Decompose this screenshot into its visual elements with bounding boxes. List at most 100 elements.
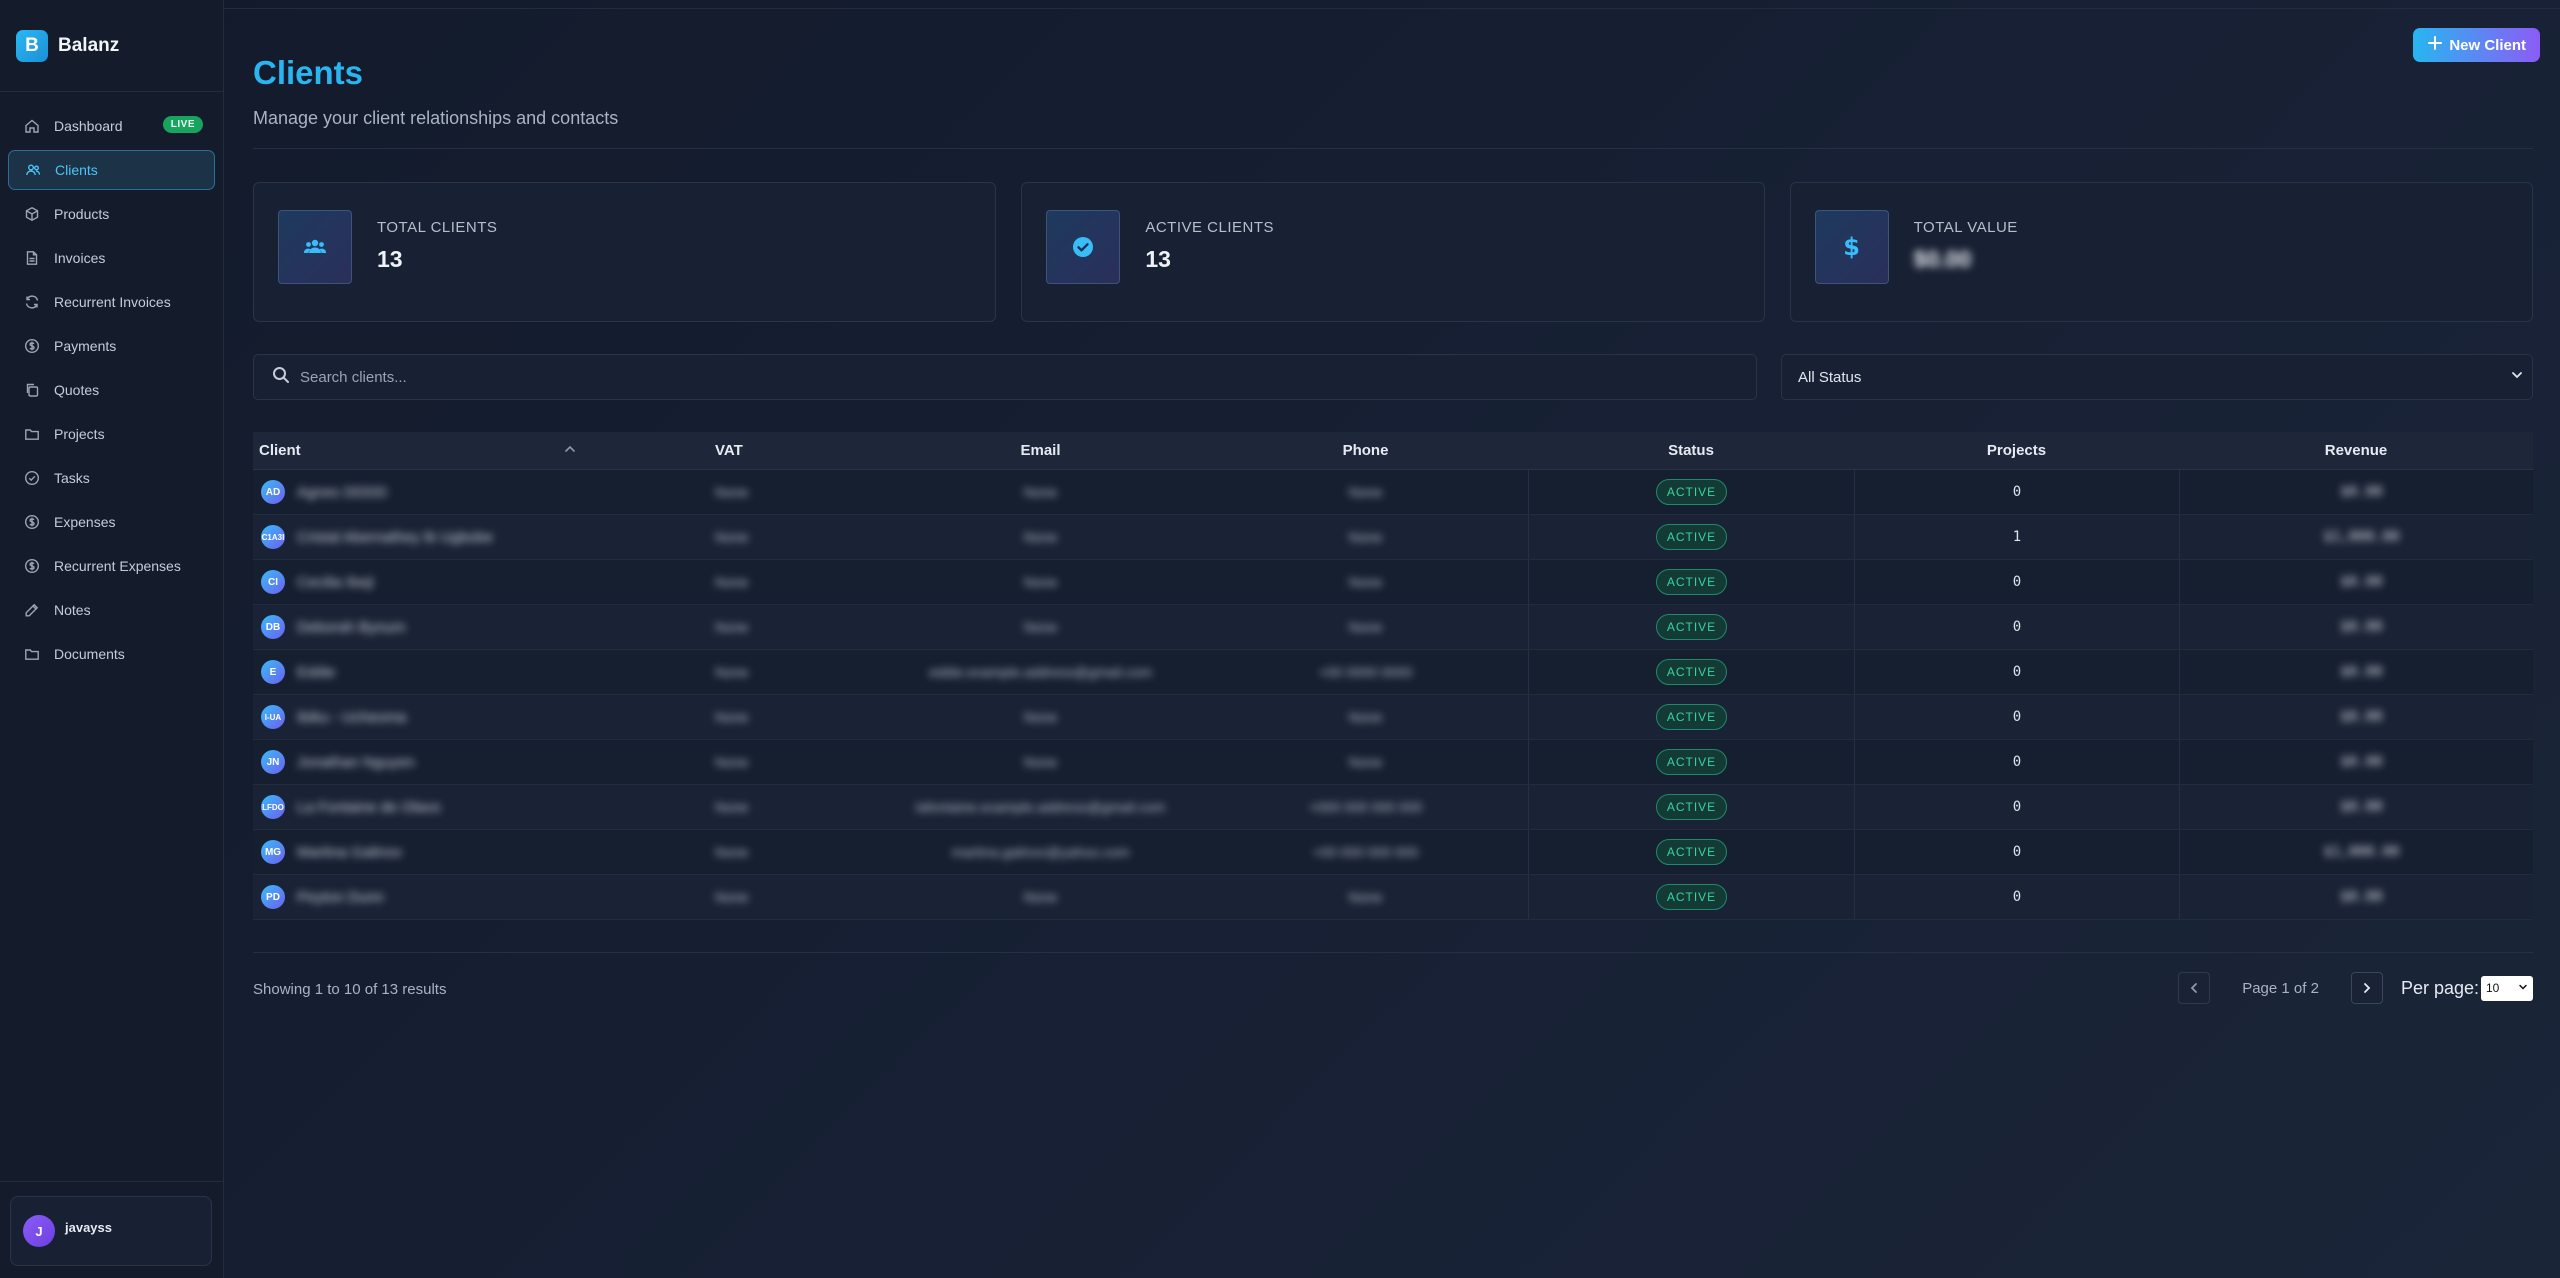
users-icon <box>23 160 43 180</box>
column-header-client[interactable]: Client <box>253 442 715 459</box>
stat-value: 13 <box>1145 246 1171 272</box>
table-row[interactable]: E Eddie None eddie.example.address@gmail.co… <box>253 650 2533 695</box>
cell-phone: None <box>1203 740 1528 784</box>
sidebar-item-label: Invoices <box>54 250 106 266</box>
next-page-button[interactable] <box>2350 972 2383 1004</box>
sidebar-item-recurrent-expenses[interactable]: Recurrent Expenses <box>8 546 215 586</box>
cell-vat: None <box>715 560 878 604</box>
client-name[interactable]: Cristal Abernathey Ib Ugbobe <box>297 529 493 546</box>
sidebar-item-documents[interactable]: Documents <box>8 634 215 674</box>
check-circle-icon <box>22 468 42 488</box>
plus-icon <box>2427 35 2443 55</box>
search-icon <box>272 366 290 389</box>
sidebar-item-tasks[interactable]: Tasks <box>8 458 215 498</box>
sidebar-item-dashboard[interactable]: Dashboard LIVE <box>8 106 215 146</box>
sidebar-item-notes[interactable]: Notes <box>8 590 215 630</box>
sidebar-divider <box>0 1181 224 1182</box>
table-row[interactable]: I-UA Ibiku - Ucheoma None None None ACTIVE 0 $0… <box>253 695 2533 740</box>
column-header-email[interactable]: Email <box>878 442 1203 459</box>
cell-phone: None <box>1203 470 1528 514</box>
client-name[interactable]: Agnes DDDD <box>297 484 387 501</box>
client-name[interactable]: La Fontaine de Olavo <box>297 799 440 816</box>
column-header-vat[interactable]: VAT <box>715 442 878 459</box>
column-header-phone[interactable]: Phone <box>1203 442 1528 459</box>
sidebar-item-quotes[interactable]: Quotes <box>8 370 215 410</box>
brand[interactable]: B Balanz <box>0 0 223 92</box>
table-row[interactable]: MG Martina Galinov None martina.galinov@yah… <box>253 830 2533 875</box>
client-name[interactable]: Eddie <box>297 664 335 681</box>
table-row[interactable]: PD Peyton Dunn None None None ACTIVE 0 $0.00 <box>253 875 2533 920</box>
client-name[interactable]: Deborah Bynum <box>297 619 405 636</box>
revenue-value: $0.00 <box>2340 709 2383 725</box>
sort-asc-icon[interactable] <box>563 442 577 459</box>
client-avatar: E <box>261 660 285 684</box>
phone-value: None <box>1348 529 1383 545</box>
cell-projects: 0 <box>1854 875 2179 919</box>
status-filter-value: All Status <box>1798 368 1862 386</box>
sidebar-item-projects[interactable]: Projects <box>8 414 215 454</box>
new-client-button[interactable]: New Client <box>2413 28 2540 62</box>
projects-count: 0 <box>2012 754 2022 770</box>
sidebar-item-label: Quotes <box>54 382 100 398</box>
sidebar-item-label: Payments <box>54 338 117 354</box>
cell-projects: 0 <box>1854 470 2179 514</box>
folder-icon <box>22 644 42 664</box>
cell-client[interactable]: MG Martina Galinov <box>253 830 715 874</box>
table-row[interactable]: LFDO La Fontaine de Olavo None lafontaine.e… <box>253 785 2533 830</box>
cell-client[interactable]: LFDO La Fontaine de Olavo <box>253 785 715 829</box>
box-icon <box>22 204 42 224</box>
table-row[interactable]: JN Jonathan Nguyen None None None ACTIVE 0 $0.0… <box>253 740 2533 785</box>
table-row[interactable]: AD Agnes DDDD None None None ACTIVE 0 $0.00 <box>253 470 2533 515</box>
cell-vat: None <box>715 785 878 829</box>
revenue-value: $0.00 <box>2340 574 2383 590</box>
dollar-icon: $ <box>1814 210 1889 284</box>
client-avatar: DB <box>261 615 285 639</box>
cell-status: ACTIVE <box>1528 740 1854 784</box>
email-value: None <box>1023 754 1058 770</box>
status-badge: ACTIVE <box>1655 614 1728 640</box>
sidebar-item-clients[interactable]: Clients <box>8 150 215 190</box>
cell-client[interactable]: E Eddie <box>253 650 715 694</box>
revenue-value: $0.00 <box>2340 484 2383 500</box>
stat-card-total-value: $ TOTAL VALUE $0.00 <box>1789 182 2533 322</box>
column-header-projects[interactable]: Projects <box>1854 442 2179 459</box>
cell-status: ACTIVE <box>1528 515 1854 559</box>
client-name[interactable]: Peyton Dunn <box>297 889 384 906</box>
client-name[interactable]: Cecilia Ibeji <box>297 574 374 591</box>
cell-client[interactable]: JN Jonathan Nguyen <box>253 740 715 784</box>
sidebar-item-expenses[interactable]: Expenses <box>8 502 215 542</box>
cell-client[interactable]: I-UA Ibiku - Ucheoma <box>253 695 715 739</box>
user-menu[interactable]: J javayss <box>10 1196 212 1266</box>
cell-client[interactable]: C1A3I Cristal Abernathey Ib Ugbobe <box>253 515 715 559</box>
cell-revenue: $0.00 <box>2179 695 2533 739</box>
table-row[interactable]: DB Deborah Bynum None None None ACTIVE 0 $0.00 <box>253 605 2533 650</box>
client-name[interactable]: Jonathan Nguyen <box>297 754 415 771</box>
page-info: Page 1 of 2 <box>2242 979 2319 997</box>
cell-client[interactable]: AD Agnes DDDD <box>253 470 715 514</box>
sidebar-item-recurrent-invoices[interactable]: Recurrent Invoices <box>8 282 215 322</box>
table-row[interactable]: C1A3I Cristal Abernathey Ib Ugbobe None Non… <box>253 515 2533 560</box>
cell-client[interactable]: PD Peyton Dunn <box>253 875 715 919</box>
dollar-circle-icon <box>22 556 42 576</box>
per-page-select[interactable]: 10 <box>2481 975 2533 1001</box>
cell-projects: 0 <box>1854 785 2179 829</box>
cell-email: None <box>878 515 1203 559</box>
cell-client[interactable]: DB Deborah Bynum <box>253 605 715 649</box>
sidebar-item-products[interactable]: Products <box>8 194 215 234</box>
cell-status: ACTIVE <box>1528 650 1854 694</box>
client-name[interactable]: Ibiku - Ucheoma <box>297 709 406 726</box>
table-row[interactable]: CI Cecilia Ibeji None None None ACTIVE 0 $0.00 <box>253 560 2533 605</box>
sidebar-item-invoices[interactable]: Invoices <box>8 238 215 278</box>
cell-revenue: $0.00 <box>2179 470 2533 514</box>
prev-page-button[interactable] <box>2178 972 2211 1004</box>
cell-client[interactable]: CI Cecilia Ibeji <box>253 560 715 604</box>
search-input[interactable] <box>300 368 1700 386</box>
search-box[interactable] <box>253 354 1757 400</box>
column-header-revenue[interactable]: Revenue <box>2179 442 2533 459</box>
column-header-status[interactable]: Status <box>1528 442 1854 459</box>
client-name[interactable]: Martina Galinov <box>297 844 402 861</box>
projects-count: 0 <box>2012 619 2022 635</box>
cell-status: ACTIVE <box>1528 875 1854 919</box>
status-filter-select[interactable]: All Status <box>1781 354 2533 400</box>
sidebar-item-payments[interactable]: Payments <box>8 326 215 366</box>
